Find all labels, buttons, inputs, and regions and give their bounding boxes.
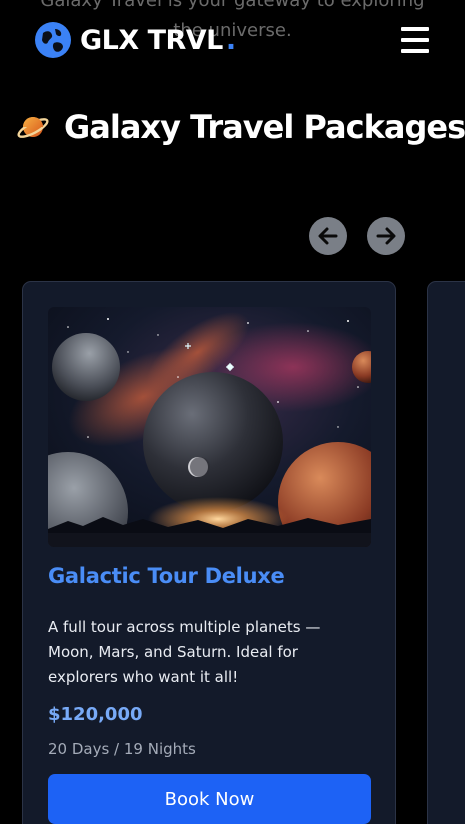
- navbar: GLX TRVL.: [34, 18, 429, 62]
- brand-text: GLX TRVL: [80, 24, 223, 56]
- brand-name: GLX TRVL.: [80, 25, 236, 56]
- page: Galaxy Travel is your gateway to explori…: [0, 0, 465, 824]
- globe-icon: [35, 22, 71, 58]
- section-header: Galaxy Travel Packages: [16, 108, 465, 146]
- arrow-left-icon: [318, 227, 338, 245]
- package-price: $120,000: [48, 704, 143, 725]
- arrow-right-icon: [376, 227, 396, 245]
- carousel-prev-button[interactable]: [309, 217, 347, 255]
- brand-dot: .: [225, 24, 236, 56]
- package-card: Galactic Tour Deluxe A full tour across …: [22, 281, 396, 824]
- package-description: A full tour across multiple planets — Mo…: [48, 618, 321, 686]
- carousel-controls: [309, 217, 405, 255]
- package-duration: 20 Days / 19 Nights: [48, 740, 196, 758]
- hero-subtitle-line-1: Galaxy Travel is your gateway to explori…: [40, 0, 425, 11]
- section-title: Galaxy Travel Packages: [64, 108, 465, 146]
- package-title: Galactic Tour Deluxe: [48, 564, 285, 588]
- package-image: [48, 307, 371, 547]
- menu-line: [401, 49, 429, 53]
- space-illustration: [48, 307, 371, 547]
- menu-line: [401, 38, 429, 42]
- book-now-button[interactable]: Book Now: [48, 774, 371, 824]
- brand-logo[interactable]: GLX TRVL.: [34, 21, 236, 59]
- menu-line: [401, 27, 429, 31]
- planet-icon: [17, 117, 49, 138]
- next-package-card[interactable]: [427, 281, 465, 824]
- hamburger-menu-icon[interactable]: [401, 27, 429, 53]
- carousel-next-button[interactable]: [367, 217, 405, 255]
